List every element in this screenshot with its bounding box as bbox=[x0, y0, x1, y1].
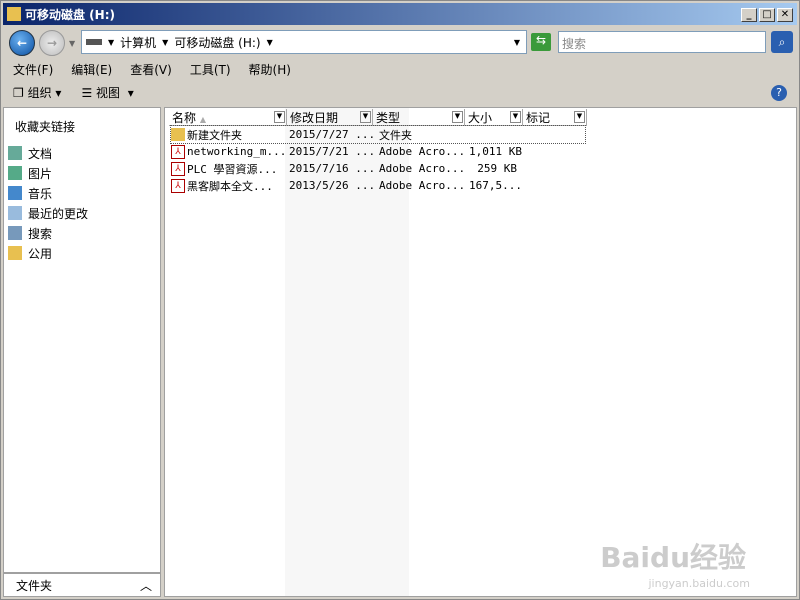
column-name[interactable]: 名称 ▲ ▼ bbox=[169, 109, 287, 125]
folder-icon bbox=[7, 7, 21, 21]
drive-icon bbox=[86, 39, 102, 45]
favorite-links: 收藏夹链接 文档 图片 音乐 最近的更改 搜索 公用 bbox=[3, 107, 161, 573]
favorites-heading: 收藏夹链接 bbox=[15, 120, 76, 134]
file-row[interactable]: ⅄ networking_m... 2015/7/21 ... Adobe Acro.… bbox=[171, 143, 522, 160]
history-dropdown[interactable]: ▼ bbox=[69, 39, 75, 48]
pdf-icon: ⅄ bbox=[171, 144, 185, 159]
column-type[interactable]: 类型 ▼ bbox=[373, 109, 465, 125]
sidebar-item-recent[interactable]: 最近的更改 bbox=[4, 203, 160, 223]
music-icon bbox=[8, 186, 22, 200]
views-icon: ☰ bbox=[81, 86, 93, 100]
back-button[interactable]: ← bbox=[9, 30, 35, 56]
watermark-logo: Baidu经验 bbox=[600, 541, 746, 574]
menu-edit[interactable]: 编辑(E) bbox=[71, 61, 112, 78]
maximize-button[interactable]: □ bbox=[759, 8, 775, 22]
sidebar-item-music[interactable]: 音乐 bbox=[4, 183, 160, 203]
search-input[interactable]: 搜索 bbox=[558, 31, 766, 53]
column-size[interactable]: 大小 ▼ bbox=[465, 109, 523, 125]
file-row[interactable]: ⅄ PLC 學習資源... 2015/7/16 ... Adobe Acro... 25… bbox=[171, 160, 517, 177]
organize-icon: ❐ bbox=[13, 86, 24, 100]
search-button[interactable]: ⌕ bbox=[771, 31, 793, 53]
sidebar-item-public[interactable]: 公用 bbox=[4, 243, 160, 263]
documents-icon bbox=[8, 146, 22, 160]
pictures-icon bbox=[8, 166, 22, 180]
file-row[interactable]: 新建文件夹 2015/7/27 ... 文件夹 bbox=[170, 125, 586, 144]
sidebar-item-documents[interactable]: 文档 bbox=[4, 143, 160, 163]
address-dropdown[interactable]: ▼ bbox=[514, 38, 520, 47]
menu-view[interactable]: 查看(V) bbox=[130, 61, 172, 78]
pdf-icon: ⅄ bbox=[171, 178, 185, 193]
help-icon[interactable]: ? bbox=[771, 85, 787, 101]
refresh-button[interactable]: ⇆ bbox=[531, 33, 551, 51]
column-date[interactable]: 修改日期 ▼ bbox=[287, 109, 373, 125]
folder-icon bbox=[171, 128, 185, 141]
menu-tools[interactable]: 工具(T) bbox=[190, 61, 231, 78]
window-title: 可移动磁盘 (H:) bbox=[25, 7, 115, 22]
chevron-up-icon: ︿ bbox=[139, 578, 152, 593]
title-bar: 可移动磁盘 (H:) _ □ ✕ bbox=[3, 3, 797, 25]
folders-toggle[interactable]: 文件夹 ︿ bbox=[3, 573, 161, 597]
sidebar-item-search[interactable]: 搜索 bbox=[4, 223, 160, 243]
minimize-button[interactable]: _ bbox=[741, 8, 757, 22]
pdf-icon: ⅄ bbox=[171, 161, 185, 176]
forward-button[interactable]: → bbox=[39, 30, 65, 56]
breadcrumb-computer[interactable]: 计算机 bbox=[120, 34, 156, 51]
address-bar[interactable]: ▼ 计算机 ▼ 可移动磁盘 (H:) ▼ ▼ bbox=[81, 30, 527, 54]
menu-file[interactable]: 文件(F) bbox=[13, 61, 53, 78]
public-folder-icon bbox=[8, 246, 22, 260]
file-list: 名称 ▲ ▼ 修改日期 ▼ 类型 ▼ 大小 ▼ 标记 ▼ 新建文件夹 2015/7/27 .… bbox=[164, 107, 797, 597]
sidebar-item-pictures[interactable]: 图片 bbox=[4, 163, 160, 183]
menu-help[interactable]: 帮助(H) bbox=[249, 61, 291, 78]
watermark-url: jingyan.baidu.com bbox=[648, 577, 750, 590]
close-button[interactable]: ✕ bbox=[777, 8, 793, 22]
breadcrumb-drive[interactable]: 可移动磁盘 (H:) bbox=[174, 34, 260, 51]
organize-button[interactable]: ❐ 组织 ▾ bbox=[13, 84, 61, 101]
search-folder-icon bbox=[8, 226, 22, 240]
file-row[interactable]: ⅄ 黑客脚本全文... 2013/5/26 ... Adobe Acro... 167,… bbox=[171, 177, 522, 194]
recent-icon bbox=[8, 206, 22, 220]
column-tags[interactable]: 标记 ▼ bbox=[523, 109, 587, 125]
explorer-window: 可移动磁盘 (H:) _ □ ✕ ← → ▼ ▼ 计算机 ▼ 可移动磁盘 (H:) ▼ … bbox=[0, 0, 800, 600]
views-button[interactable]: ☰ 视图 ▾ bbox=[81, 84, 133, 101]
